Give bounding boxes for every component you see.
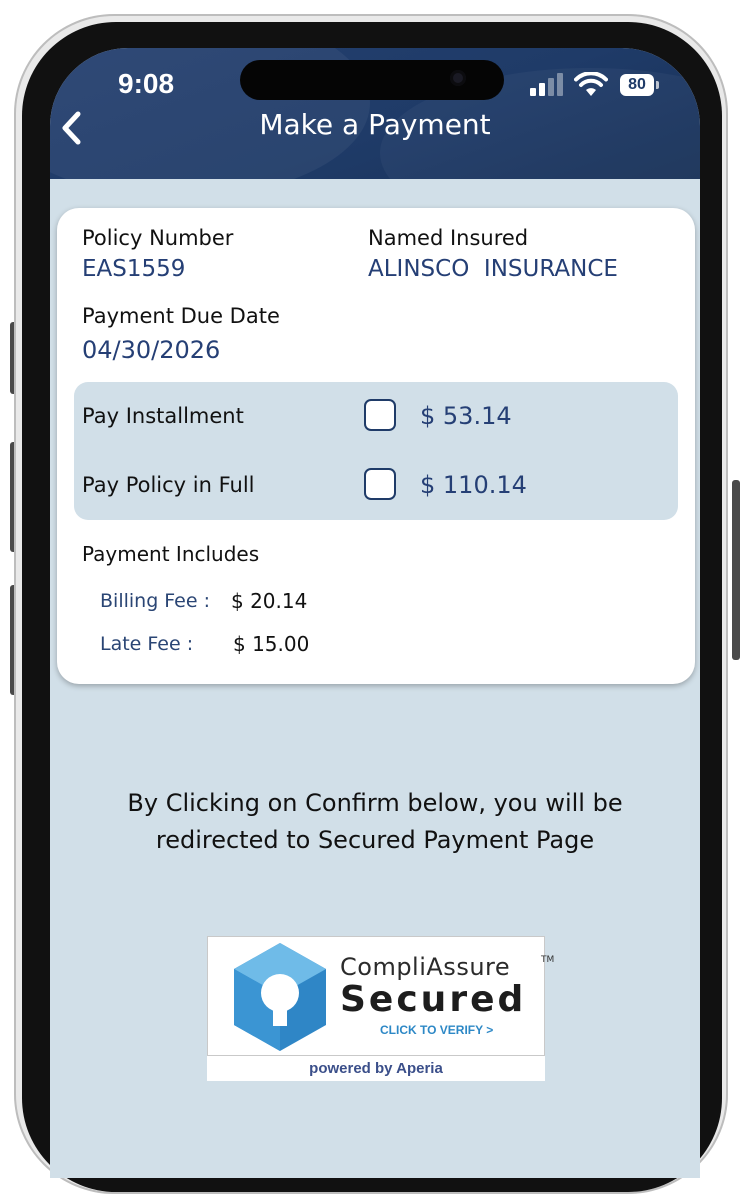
named-insured-label: Named Insured bbox=[368, 226, 529, 250]
front-camera bbox=[450, 70, 466, 86]
page-title: Make a Payment bbox=[259, 108, 491, 141]
cellular-signal-icon bbox=[530, 72, 564, 98]
seal-trademark: TM bbox=[541, 955, 555, 965]
policy-card: Policy Number EAS1559 Named Insured ALIN… bbox=[57, 208, 695, 684]
click-to-verify-link[interactable]: CLICK TO VERIFY > bbox=[380, 1023, 493, 1037]
due-date-label: Payment Due Date bbox=[82, 304, 280, 328]
redirect-notice: By Clicking on Confirm below, you will b… bbox=[90, 785, 660, 859]
seal-brand: CompliAssure bbox=[340, 953, 511, 981]
pay-in-full-checkbox[interactable] bbox=[364, 468, 396, 500]
status-time: 9:08 bbox=[118, 68, 175, 99]
power-button bbox=[732, 480, 740, 660]
redirect-notice-line2: redirected to Secured Payment Page bbox=[155, 826, 595, 854]
dynamic-island bbox=[240, 60, 504, 100]
installment-amount: $ 53.14 bbox=[420, 402, 512, 430]
wifi-icon bbox=[574, 72, 608, 96]
seal-badge: CompliAssure TM Secured CLICK TO VERIFY … bbox=[207, 936, 554, 1056]
policy-number-label: Policy Number bbox=[82, 226, 234, 250]
pay-in-full-amount: $ 110.14 bbox=[420, 471, 527, 499]
policy-number-value: EAS1559 bbox=[82, 256, 186, 282]
late-fee-value: $ 15.00 bbox=[233, 632, 310, 656]
payment-includes-title: Payment Includes bbox=[82, 542, 260, 566]
battery-icon: 80 bbox=[620, 74, 659, 96]
option-label-full: Pay Policy in Full bbox=[82, 473, 255, 497]
payment-options: Pay Installment $ 53.14 Pay Policy in Fu… bbox=[74, 382, 678, 520]
due-date-value: 04/30/2026 bbox=[82, 336, 221, 364]
late-fee-label: Late Fee : bbox=[100, 633, 194, 655]
app-screen: 9:08 80 Make a Payment Policy Number EAS… bbox=[50, 48, 700, 1178]
billing-fee-label: Billing Fee : bbox=[100, 590, 211, 612]
billing-fee-value: $ 20.14 bbox=[231, 589, 308, 613]
powered-by: powered by Aperia bbox=[207, 1056, 545, 1081]
seal-secured: Secured bbox=[340, 979, 527, 1020]
shield-keyhole-icon bbox=[234, 943, 326, 1051]
compliassure-seal[interactable]: CompliAssure TM Secured CLICK TO VERIFY … bbox=[207, 936, 554, 1081]
app-header: 9:08 80 Make a Payment bbox=[50, 48, 700, 179]
installment-checkbox[interactable] bbox=[364, 399, 396, 431]
option-label-installment: Pay Installment bbox=[82, 404, 244, 428]
named-insured-value: ALINSCO INSURANCE bbox=[368, 256, 618, 282]
redirect-notice-line1: By Clicking on Confirm below, you will b… bbox=[127, 789, 623, 817]
